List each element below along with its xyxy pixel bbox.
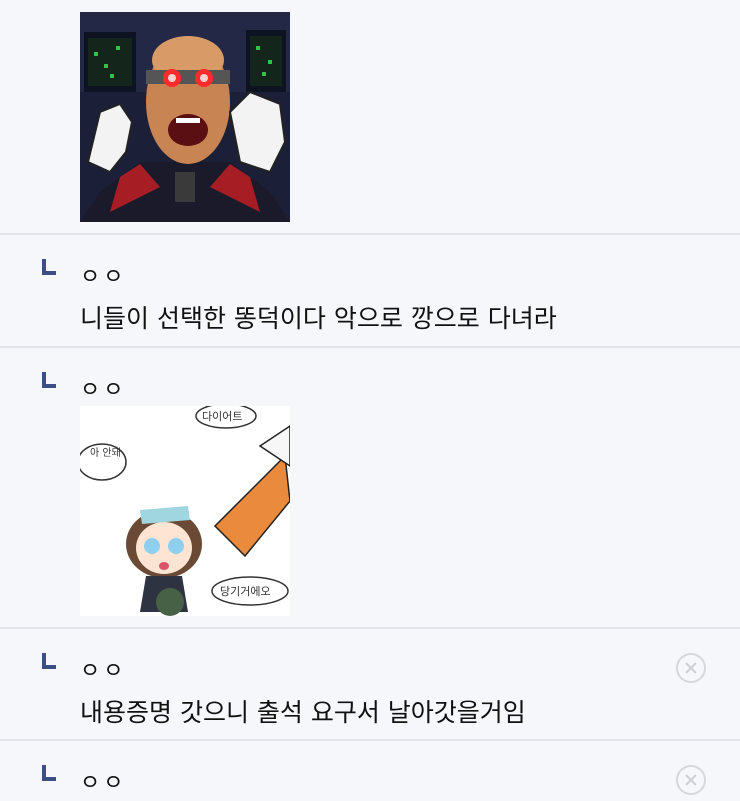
reply-arrow-icon xyxy=(42,653,56,669)
comment-item: ㅇㅇ xyxy=(0,741,740,801)
reply-arrow-icon xyxy=(42,259,56,275)
comment-image[interactable]: 아 안돼 다이어트 당기거에오 xyxy=(80,406,290,616)
comment-text: 내용증명 갓으니 출석 요구서 날아갓을거임 xyxy=(80,698,526,727)
reply-arrow-icon xyxy=(42,765,56,781)
comment-nickname[interactable]: ㅇㅇ xyxy=(80,653,126,685)
comment-image[interactable] xyxy=(80,12,290,222)
sticker-text: 다이어트 xyxy=(202,410,242,423)
comment-item xyxy=(0,0,740,235)
comment-text: 니들이 선택한 똥덕이다 악으로 깡으로 다녀라 xyxy=(80,304,557,333)
sticker-text: 아 안돼 xyxy=(90,447,121,459)
close-circle-icon[interactable] xyxy=(676,653,706,683)
comment-item: ㅇㅇ 내용증명 갓으니 출석 요구서 날아갓을거임 xyxy=(0,629,740,741)
comment-item: ㅇㅇ 아 안돼 다이어트 당기거에오 xyxy=(0,348,740,629)
reply-arrow-icon xyxy=(42,372,56,388)
comment-nickname[interactable]: ㅇㅇ xyxy=(80,259,126,291)
close-circle-icon[interactable] xyxy=(676,765,706,795)
sticker-text: 당기거에오 xyxy=(220,585,271,598)
comment-item: ㅇㅇ 니들이 선택한 똥덕이다 악으로 깡으로 다녀라 xyxy=(0,235,740,348)
comment-nickname[interactable]: ㅇㅇ xyxy=(80,765,126,797)
comment-nickname[interactable]: ㅇㅇ xyxy=(80,372,126,404)
